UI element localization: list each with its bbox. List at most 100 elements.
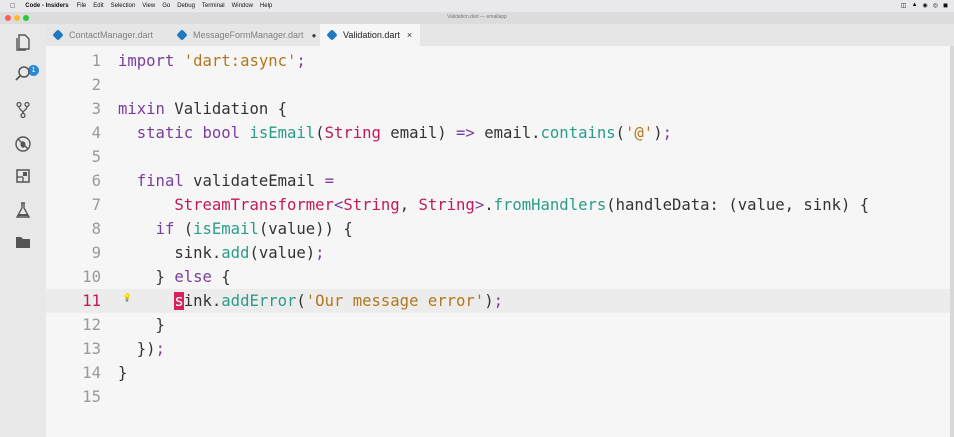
string-token: '@' bbox=[625, 124, 654, 142]
code-line[interactable]: 1 import 'dart:async'; bbox=[46, 49, 954, 73]
line-number: 6 bbox=[91, 172, 101, 190]
code-line[interactable]: 6 final validateEmail = bbox=[46, 169, 954, 193]
test-icon[interactable] bbox=[13, 200, 33, 220]
current-code-line[interactable]: 11 💡 sink.addError('Our message error'); bbox=[46, 289, 954, 313]
punct-token: < bbox=[333, 196, 344, 214]
code-line[interactable]: 12 } bbox=[46, 313, 954, 337]
debug-icon[interactable] bbox=[13, 134, 33, 154]
code-line[interactable]: 14} bbox=[46, 361, 954, 385]
menu-file[interactable]: File bbox=[77, 3, 87, 9]
method-token: add bbox=[221, 244, 250, 262]
menu-debug[interactable]: Debug bbox=[177, 3, 195, 9]
search-icon[interactable] bbox=[13, 64, 33, 84]
dart-file-icon bbox=[52, 29, 64, 41]
code-line[interactable]: 13 }); bbox=[46, 337, 954, 361]
string-token: 'dart:async' bbox=[183, 52, 297, 70]
line-number: 4 bbox=[91, 124, 101, 142]
line-number: 1 bbox=[91, 52, 101, 70]
line-number: 12 bbox=[82, 316, 101, 334]
code-line[interactable]: 8 if (isEmail(value)) { bbox=[46, 217, 954, 241]
line-number: 2 bbox=[91, 76, 101, 94]
type-token: String bbox=[418, 196, 475, 214]
line-code[interactable]: StreamTransformer<String, String>.fromHa… bbox=[118, 193, 869, 217]
type-token: String bbox=[324, 124, 381, 142]
line-number: 9 bbox=[91, 244, 101, 262]
code-line[interactable]: 5 bbox=[46, 145, 954, 169]
source-control-icon[interactable] bbox=[13, 100, 33, 120]
status-icons: ◫ ▲ ◉ ◎ ◼ bbox=[901, 2, 948, 9]
close-tab-icon[interactable]: × bbox=[407, 30, 412, 40]
line-number: 7 bbox=[91, 196, 101, 214]
punct-token: = bbox=[324, 172, 334, 190]
files-icon[interactable] bbox=[13, 32, 33, 52]
line-code[interactable]: } bbox=[118, 313, 165, 337]
status-icon[interactable]: ◫ bbox=[901, 2, 907, 9]
menu-terminal[interactable]: Terminal bbox=[202, 3, 225, 9]
tab-contactmanager[interactable]: ContactManager.dart bbox=[46, 24, 168, 46]
extensions-icon[interactable] bbox=[13, 166, 33, 186]
type-token: String bbox=[343, 196, 400, 214]
status-icon[interactable]: ◉ bbox=[923, 2, 928, 9]
menu-bar:  Code - Insiders File Edit Selection Vi… bbox=[0, 0, 954, 12]
keyword-token: static bbox=[136, 124, 194, 142]
string-token: 'Our message error' bbox=[305, 292, 485, 310]
method-token: isEmail bbox=[249, 124, 316, 142]
line-code[interactable]: } bbox=[118, 361, 127, 385]
status-icon[interactable]: ◎ bbox=[933, 2, 938, 9]
line-code[interactable]: sink.add(value); bbox=[118, 241, 325, 265]
type-token: StreamTransformer bbox=[174, 196, 334, 214]
menu-selection[interactable]: Selection bbox=[111, 3, 136, 9]
tab-label: MessageFormManager.dart bbox=[193, 30, 304, 40]
tab-label: Validation.dart bbox=[343, 30, 400, 40]
line-code[interactable]: }); bbox=[118, 337, 165, 361]
tab-label: ContactManager.dart bbox=[69, 30, 154, 40]
line-number: 5 bbox=[91, 148, 101, 166]
menu-view[interactable]: View bbox=[142, 3, 155, 9]
punct-token: ; bbox=[493, 292, 503, 310]
line-code[interactable]: } else { bbox=[118, 265, 231, 289]
punct-token: ; bbox=[315, 244, 325, 262]
line-code[interactable]: static bool isEmail(String email) => ema… bbox=[118, 121, 672, 145]
code-line[interactable]: 15 bbox=[46, 385, 954, 409]
code-line[interactable]: 10 } else { bbox=[46, 265, 954, 289]
window-title: Validation.dart — emailapp bbox=[447, 14, 507, 20]
punct-token: => bbox=[456, 124, 475, 142]
punct-token: > bbox=[474, 196, 485, 214]
line-code[interactable]: sink.addError('Our message error'); bbox=[118, 289, 503, 313]
line-code[interactable]: if (isEmail(value)) { bbox=[118, 217, 353, 241]
app-name-menu[interactable]: Code - Insiders bbox=[25, 3, 68, 9]
code-line[interactable]: 2 bbox=[46, 73, 954, 97]
tab-validation[interactable]: Validation.dart × bbox=[320, 24, 420, 46]
code-line[interactable]: 9 sink.add(value); bbox=[46, 241, 954, 265]
tab-bar: ContactManager.dart MessageFormManager.d… bbox=[46, 24, 954, 46]
line-number: 11 bbox=[82, 292, 101, 310]
method-token: fromHandlers bbox=[493, 196, 607, 214]
unsaved-indicator-icon[interactable]: ● bbox=[312, 31, 317, 40]
keyword-token: import bbox=[118, 52, 175, 70]
tab-messageformmanager[interactable]: MessageFormManager.dart ● bbox=[170, 24, 320, 46]
menu-edit[interactable]: Edit bbox=[93, 3, 103, 9]
keyword-token: final bbox=[136, 172, 184, 190]
keyword-token: if bbox=[155, 220, 175, 238]
apple-icon[interactable]:  bbox=[10, 3, 15, 10]
line-code[interactable]: import 'dart:async'; bbox=[118, 49, 306, 73]
code-line[interactable]: 7 StreamTransformer<String, String>.from… bbox=[46, 193, 954, 217]
editor-scrollbar[interactable] bbox=[950, 46, 954, 437]
code-editor[interactable]: 1 import 'dart:async'; 2 3 mixin Validatio… bbox=[46, 46, 954, 437]
folder-icon[interactable] bbox=[13, 232, 33, 252]
dart-file-icon bbox=[176, 29, 188, 41]
menu-help[interactable]: Help bbox=[260, 3, 272, 9]
line-code[interactable]: mixin Validation { bbox=[118, 97, 287, 121]
status-icon[interactable]: ◼ bbox=[943, 2, 948, 9]
menu-window[interactable]: Window bbox=[232, 3, 253, 9]
code-line[interactable]: 3 mixin Validation { bbox=[46, 97, 954, 121]
line-code[interactable]: final validateEmail = bbox=[118, 169, 334, 193]
status-icon[interactable]: ▲ bbox=[912, 2, 918, 9]
line-number: 3 bbox=[91, 100, 101, 118]
method-token: addError bbox=[221, 292, 297, 310]
punct-token: ; bbox=[296, 52, 306, 70]
text-cursor: s bbox=[174, 292, 184, 310]
code-line[interactable]: 4 static bool isEmail(String email) => e… bbox=[46, 121, 954, 145]
line-number: 8 bbox=[91, 220, 101, 238]
menu-go[interactable]: Go bbox=[162, 3, 170, 9]
